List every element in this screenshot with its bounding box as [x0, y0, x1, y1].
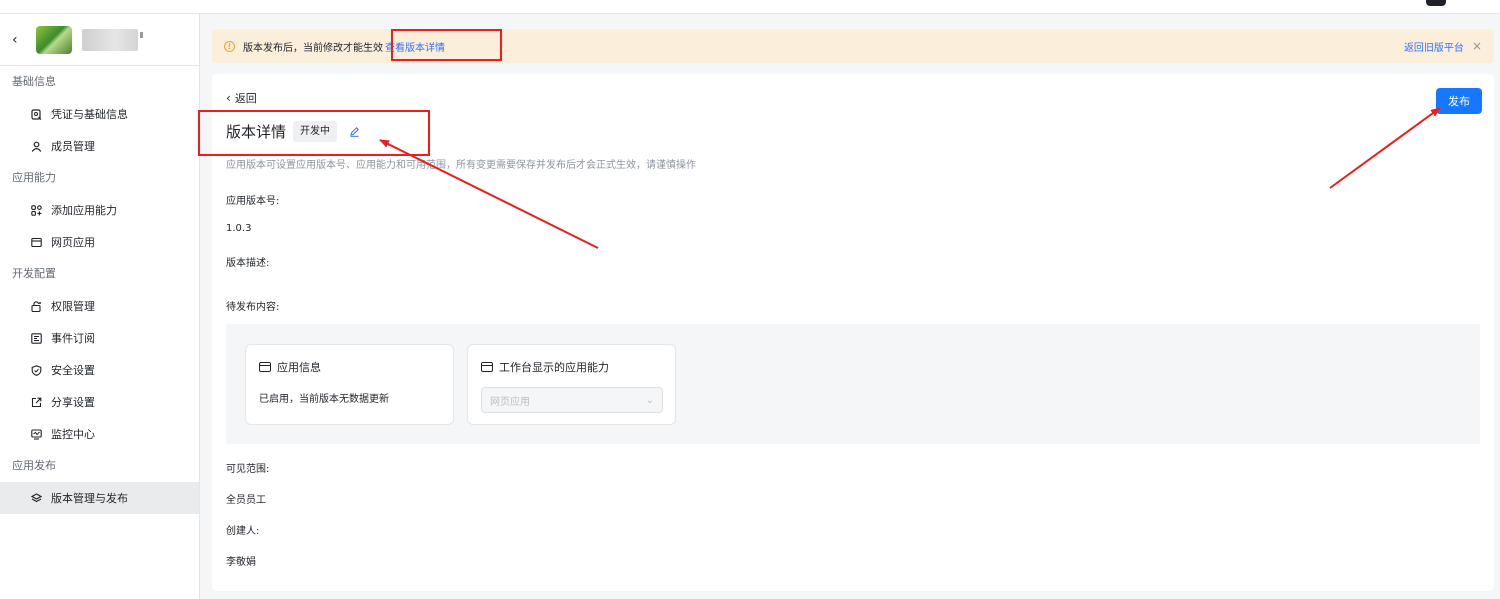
sidebar-item-credentials[interactable]: 凭证与基础信息 — [0, 98, 199, 130]
creator-value: 李敬娟 — [226, 557, 256, 568]
page-description: 应用版本可设置应用版本号、应用能力和可用范围，所有变更需要保存并发布后才会正式生… — [226, 160, 696, 171]
sidebar-item-events[interactable]: 事件订阅 — [0, 322, 199, 354]
corner-avatar[interactable] — [1426, 0, 1446, 6]
app-name-mark — [140, 31, 143, 38]
app-info-card-body: 已启用，当前版本无数据更新 — [259, 394, 389, 405]
group-title-dev: 开发配置 — [12, 267, 56, 280]
creator-label: 创建人: — [226, 526, 260, 537]
pending-content-label: 待发布内容: — [226, 302, 280, 313]
group-title-basic: 基础信息 — [12, 75, 56, 88]
sidebar-item-monitor[interactable]: 监控中心 — [0, 418, 199, 450]
workbench-capability-card: 工作台显示的应用能力 网页应用 ⌄ — [467, 344, 676, 425]
sidebar-item-label: 添加应用能力 — [51, 204, 117, 217]
window-icon — [30, 236, 42, 248]
capability-select-value: 网页应用 — [490, 396, 530, 408]
app-name-blurred — [82, 28, 138, 51]
notice-text: 版本发布后，当前修改才能生效 — [243, 42, 383, 54]
lock-icon — [30, 300, 42, 312]
app-info-card-header: 应用信息 — [259, 359, 321, 375]
back-link[interactable]: ‹ 返回 — [226, 90, 257, 106]
annotation-box-title — [198, 110, 430, 156]
version-number-label: 应用版本号: — [226, 196, 280, 207]
version-number-value: 1.0.3 — [226, 223, 252, 234]
chevron-down-icon: ⌄ — [645, 394, 654, 406]
workbench-card-header: 工作台显示的应用能力 — [481, 359, 609, 375]
sidebar-item-label: 事件订阅 — [51, 332, 95, 345]
chevron-left-icon[interactable]: ‹ — [12, 32, 26, 48]
sidebar-item-label: 网页应用 — [51, 236, 95, 249]
sidebar-item-members[interactable]: 成员管理 — [0, 130, 199, 162]
sidebar-item-label: 版本管理与发布 — [51, 492, 128, 505]
sidebar-item-permissions[interactable]: 权限管理 — [0, 290, 199, 322]
close-icon[interactable]: × — [1472, 39, 1482, 53]
pending-content-box: 应用信息 已启用，当前版本无数据更新 工作台显示的应用能力 网页应用 ⌄ — [226, 324, 1480, 444]
user-icon — [30, 140, 42, 152]
publish-button[interactable]: 发布 — [1436, 88, 1482, 114]
sidebar-item-label: 权限管理 — [51, 300, 95, 313]
visible-scope-label: 可见范围: — [226, 464, 270, 475]
version-desc-label: 版本描述: — [226, 258, 270, 269]
warning-icon: ! — [224, 40, 235, 52]
group-title-capability: 应用能力 — [12, 171, 56, 184]
window-icon — [481, 362, 493, 372]
annotation-box-link — [391, 29, 502, 61]
back-label: 返回 — [234, 92, 257, 105]
sidebar-item-share[interactable]: 分享设置 — [0, 386, 199, 418]
visible-scope-value: 全员员工 — [226, 495, 266, 506]
app-logo — [36, 25, 72, 54]
capability-select[interactable]: 网页应用 ⌄ — [481, 387, 663, 413]
share-icon — [30, 396, 42, 408]
sidebar-item-security[interactable]: 安全设置 — [0, 354, 199, 386]
notice-actions: 返回旧版平台 × — [1404, 39, 1482, 54]
app-header: ‹ — [0, 14, 199, 66]
sidebar-item-label: 凭证与基础信息 — [51, 108, 128, 121]
monitor-icon — [30, 428, 42, 440]
sidebar-item-web-app[interactable]: 网页应用 — [0, 226, 199, 258]
window-icon — [259, 362, 271, 372]
sidebar-item-label: 成员管理 — [51, 140, 95, 153]
credential-icon — [30, 108, 42, 120]
chevron-left-icon: ‹ — [226, 91, 231, 105]
shield-icon — [30, 364, 42, 376]
sidebar-item-label: 安全设置 — [51, 364, 95, 377]
sidebar-item-version-release[interactable]: 版本管理与发布 — [0, 482, 199, 514]
sidebar: ‹ 基础信息 凭证与基础信息 成员管理 应用能力 添加应用能力 网页应用 开发配… — [0, 14, 200, 599]
top-bar — [0, 0, 1500, 14]
group-title-release: 应用发布 — [12, 459, 56, 472]
sidebar-item-add-capability[interactable]: 添加应用能力 — [0, 194, 199, 226]
app-info-card: 应用信息 已启用，当前版本无数据更新 — [245, 344, 454, 425]
layers-icon — [30, 492, 42, 504]
workbench-card-title: 工作台显示的应用能力 — [499, 361, 609, 374]
sidebar-item-label: 监控中心 — [51, 428, 95, 441]
sidebar-item-label: 分享设置 — [51, 396, 95, 409]
event-icon — [30, 332, 42, 344]
apps-icon — [30, 204, 42, 216]
back-to-old-platform-link[interactable]: 返回旧版平台 — [1404, 39, 1464, 54]
app-info-card-title: 应用信息 — [277, 361, 321, 374]
